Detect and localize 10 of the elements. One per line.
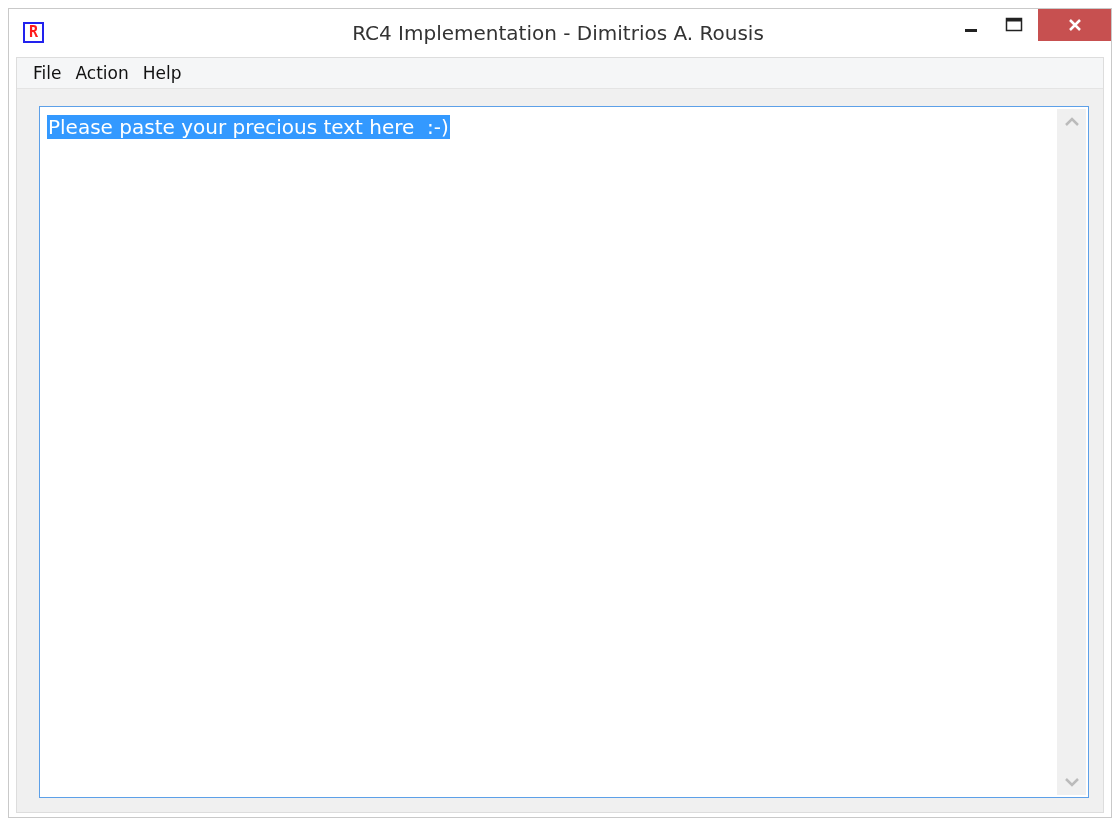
close-button[interactable] [1038,9,1111,41]
maximize-icon [1005,17,1023,33]
close-icon [1067,18,1082,32]
menu-item[interactable]: File [26,61,69,85]
selected-text: Please paste your precious text here :-) [47,115,450,139]
app-logo: R [23,22,44,43]
menu-item[interactable]: Help [135,61,189,85]
window-title: RC4 Implementation - Dimitrios A. Rousis [352,21,764,45]
menu-item[interactable]: Action [68,61,136,85]
minimize-icon [965,28,977,32]
